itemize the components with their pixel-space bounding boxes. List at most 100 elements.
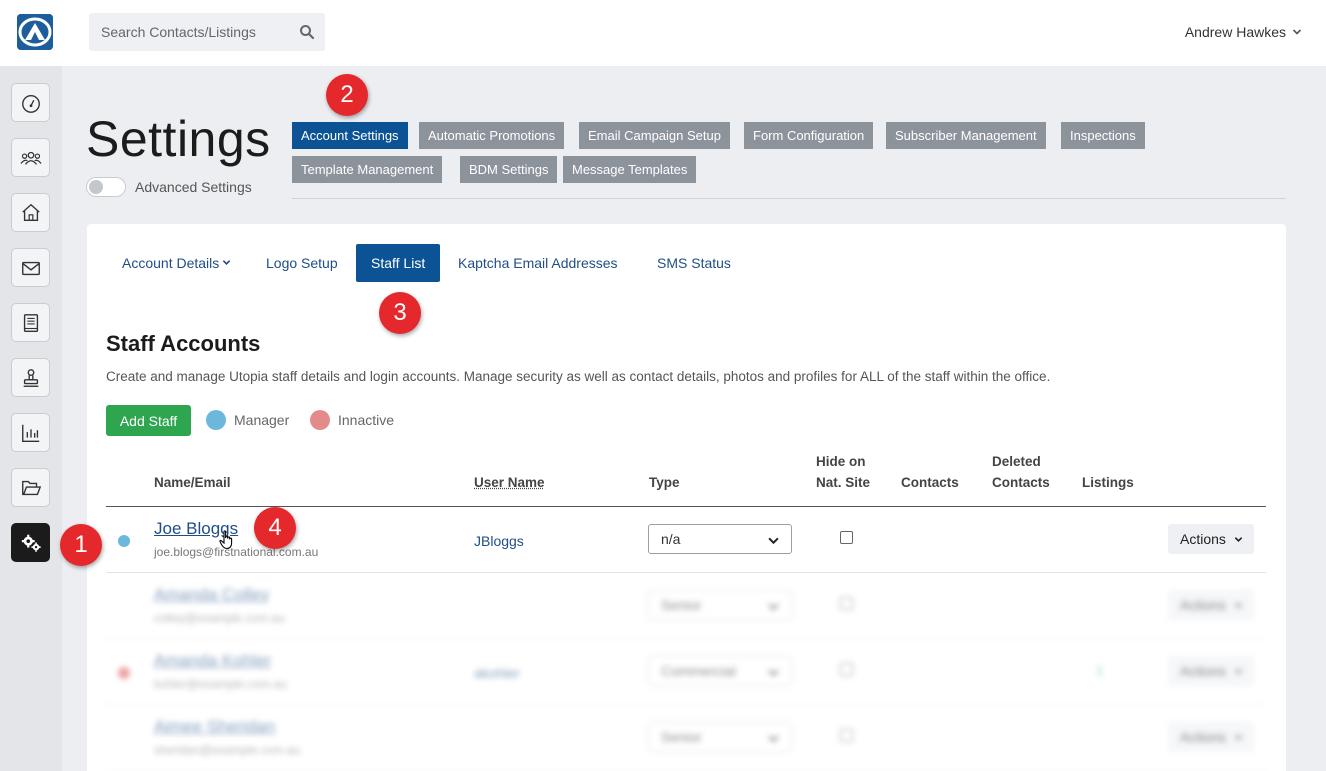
chevron-down-icon bbox=[1234, 535, 1243, 544]
hide-on-site-checkbox[interactable] bbox=[840, 531, 853, 544]
sidebar-item-book[interactable] bbox=[11, 303, 50, 342]
sidebar-item-dashboard[interactable] bbox=[11, 83, 50, 122]
toggle-knob bbox=[89, 180, 103, 194]
staff-type-select[interactable]: Commercial bbox=[648, 656, 792, 686]
book-icon bbox=[20, 312, 42, 334]
sidebar bbox=[0, 66, 62, 771]
tab-message-templates[interactable]: Message Templates bbox=[563, 156, 696, 183]
tab-bdm-settings[interactable]: BDM Settings bbox=[460, 156, 557, 183]
table-row: Amanda Colley colley@example.com.au Seni… bbox=[106, 573, 1266, 639]
legend-manager: Manager bbox=[206, 410, 289, 430]
subtab-label: Account Details bbox=[122, 255, 219, 271]
tab-email-campaign-setup[interactable]: Email Campaign Setup bbox=[579, 122, 730, 149]
staff-name-link[interactable]: Amanda Kohler bbox=[154, 651, 271, 671]
staff-username-link[interactable]: JBloggs bbox=[474, 533, 524, 549]
tab-automatic-promotions[interactable]: Automatic Promotions bbox=[419, 122, 564, 149]
staff-name-link[interactable]: Aimee Sheridan bbox=[154, 717, 275, 737]
column-label-line: Nat. Site bbox=[816, 472, 870, 493]
search-input[interactable] bbox=[89, 13, 289, 51]
tab-template-management[interactable]: Template Management bbox=[292, 156, 442, 183]
legend-label: Manager bbox=[234, 412, 289, 428]
listings-count: 1 bbox=[1096, 663, 1103, 678]
subtab-staff-list[interactable]: Staff List bbox=[356, 244, 440, 282]
hide-on-site-checkbox[interactable] bbox=[840, 597, 853, 610]
hide-on-site-checkbox[interactable] bbox=[840, 663, 853, 676]
tab-account-settings[interactable]: Account Settings bbox=[292, 122, 408, 149]
home-icon bbox=[20, 202, 42, 224]
staff-email: colley@example.com.au bbox=[154, 611, 285, 625]
chevron-down-icon bbox=[222, 258, 231, 267]
staff-email: sheridan@example.com.au bbox=[154, 743, 300, 757]
chevron-down-icon bbox=[1292, 27, 1302, 37]
column-contacts: Contacts bbox=[901, 472, 959, 493]
sidebar-item-settings[interactable] bbox=[11, 523, 50, 562]
sidebar-item-home[interactable] bbox=[11, 193, 50, 232]
step-badge-2: 2 bbox=[326, 74, 368, 116]
advanced-settings-label: Advanced Settings bbox=[135, 179, 252, 195]
subtab-account-details[interactable]: Account Details bbox=[122, 244, 231, 282]
column-hide-nat-site: Hide on Nat. Site bbox=[816, 451, 870, 493]
column-name-email: Name/Email bbox=[154, 472, 231, 493]
type-value: Senior bbox=[661, 597, 701, 613]
brand-logo-icon bbox=[17, 14, 53, 50]
stamp-icon bbox=[20, 367, 42, 389]
sidebar-item-reports[interactable] bbox=[11, 413, 50, 452]
table-row: Aimee Sheridan sheridan@example.com.au S… bbox=[106, 705, 1266, 771]
tab-form-configuration[interactable]: Form Configuration bbox=[744, 122, 873, 149]
actions-label: Actions bbox=[1180, 663, 1226, 679]
chevron-down-icon bbox=[1234, 601, 1243, 610]
legend-inactive: Innactive bbox=[310, 410, 394, 430]
subtab-kaptcha-email[interactable]: Kaptcha Email Addresses bbox=[458, 244, 618, 282]
subtab-logo-setup[interactable]: Logo Setup bbox=[266, 244, 338, 282]
column-label-line: Deleted bbox=[992, 451, 1050, 472]
staff-type-select[interactable]: Senior bbox=[648, 722, 792, 752]
column-deleted-contacts: Deleted Contacts bbox=[992, 451, 1050, 493]
section-description: Create and manage Utopia staff details a… bbox=[106, 369, 1050, 384]
actions-label: Actions bbox=[1180, 729, 1226, 745]
legend-label: Innactive bbox=[338, 412, 394, 428]
dashboard-icon bbox=[20, 92, 42, 114]
staff-name-link[interactable]: Amanda Colley bbox=[154, 585, 269, 605]
actions-label: Actions bbox=[1180, 597, 1226, 613]
search-icon[interactable] bbox=[299, 24, 315, 40]
hand-cursor-icon bbox=[219, 530, 235, 550]
manager-status-dot bbox=[118, 535, 130, 547]
section-title: Staff Accounts bbox=[106, 331, 260, 357]
sidebar-item-stamp[interactable] bbox=[11, 358, 50, 397]
actions-dropdown-button[interactable]: Actions bbox=[1168, 722, 1254, 752]
chevron-down-icon bbox=[768, 535, 779, 546]
user-name: Andrew Hawkes bbox=[1185, 24, 1286, 40]
staff-username-link[interactable]: akohler bbox=[474, 665, 520, 681]
chevron-down-icon bbox=[768, 733, 779, 744]
actions-dropdown-button[interactable]: Actions bbox=[1168, 524, 1254, 554]
contacts-icon bbox=[20, 147, 42, 169]
user-menu[interactable]: Andrew Hawkes bbox=[1185, 24, 1302, 40]
mail-icon bbox=[20, 257, 42, 279]
add-staff-button[interactable]: Add Staff bbox=[106, 405, 191, 436]
table-row: Amanda Kohler kohler@example.com.au akoh… bbox=[106, 639, 1266, 705]
advanced-settings-switch[interactable] bbox=[86, 177, 126, 197]
settings-gears-icon bbox=[20, 532, 42, 554]
tab-inspections[interactable]: Inspections bbox=[1061, 122, 1145, 149]
actions-dropdown-button[interactable]: Actions bbox=[1168, 656, 1254, 686]
chevron-down-icon bbox=[768, 667, 779, 678]
tab-subscriber-management[interactable]: Subscriber Management bbox=[886, 122, 1046, 149]
column-listings: Listings bbox=[1082, 472, 1134, 493]
inactive-dot bbox=[310, 410, 330, 430]
sidebar-item-contacts[interactable] bbox=[11, 138, 50, 177]
sidebar-item-mail[interactable] bbox=[11, 248, 50, 287]
column-label-line: Hide on bbox=[816, 451, 870, 472]
staff-email: kohler@example.com.au bbox=[154, 677, 287, 691]
staff-type-select[interactable]: n/a bbox=[648, 524, 792, 554]
subtab-sms-status[interactable]: SMS Status bbox=[657, 244, 731, 282]
inactive-status-dot bbox=[118, 667, 130, 679]
step-badge-1: 1 bbox=[60, 524, 102, 566]
tabs-divider bbox=[292, 198, 1286, 199]
actions-dropdown-button[interactable]: Actions bbox=[1168, 590, 1254, 620]
staff-type-select[interactable]: Senior bbox=[648, 590, 792, 620]
brand-logo[interactable] bbox=[17, 14, 53, 50]
hide-on-site-checkbox[interactable] bbox=[840, 729, 853, 742]
step-badge-3: 3 bbox=[379, 292, 421, 334]
sidebar-item-files[interactable] bbox=[11, 468, 50, 507]
column-user-name[interactable]: User Name bbox=[474, 472, 545, 493]
